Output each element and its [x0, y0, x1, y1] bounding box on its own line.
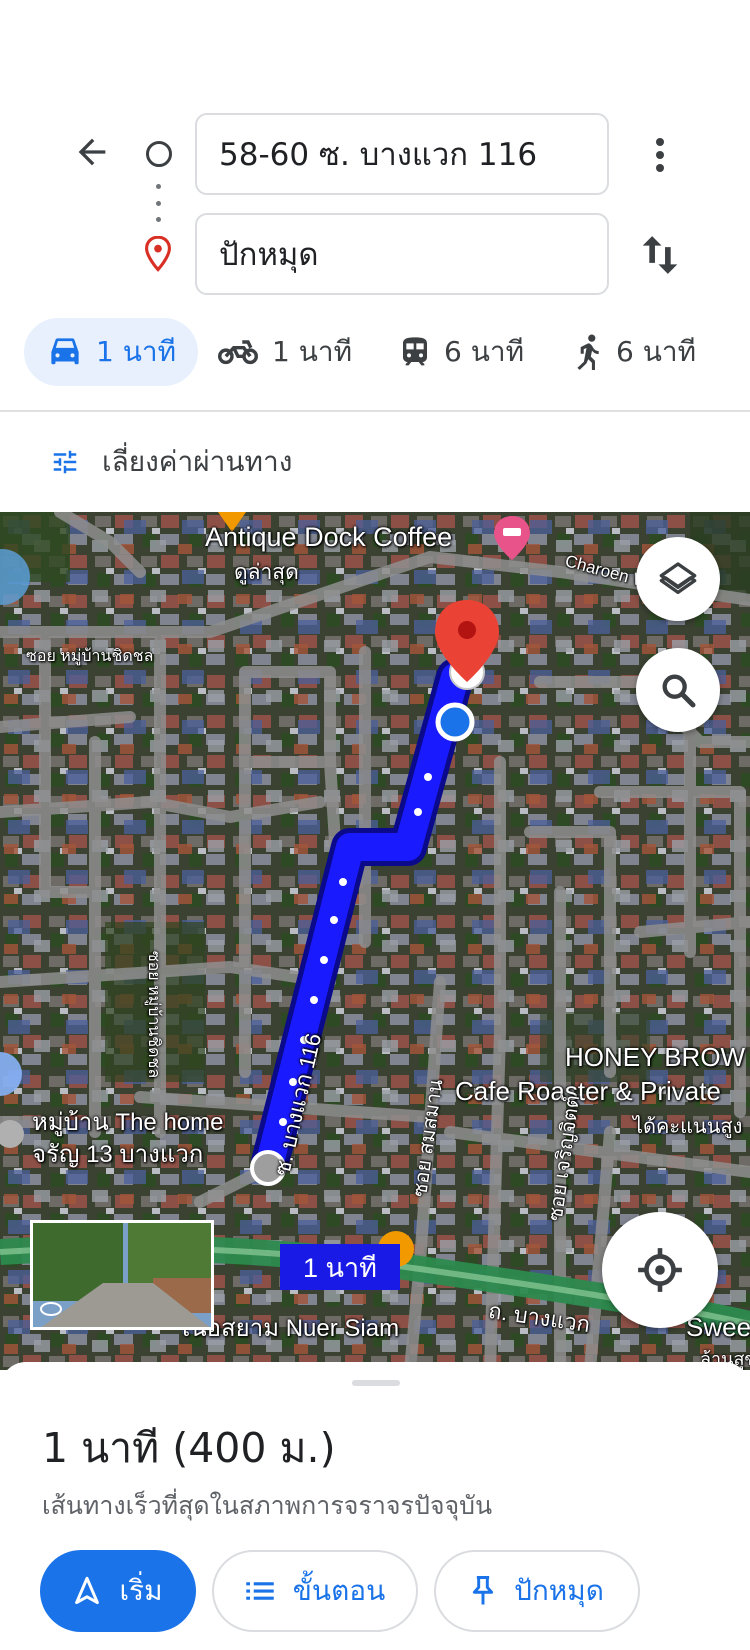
- mode-drive-tab[interactable]: 1 นาที: [24, 318, 199, 386]
- steps-button[interactable]: ขั้นตอน: [212, 1550, 418, 1632]
- mode-motorcycle-tab[interactable]: 1 นาที: [218, 318, 352, 386]
- push-pin-icon: [472, 1575, 494, 1605]
- search-icon: [662, 674, 696, 708]
- avoid-tolls-option[interactable]: เลี่ยงค่าผ่านทาง: [50, 440, 292, 484]
- route-duration-distance: 1 นาที (400 ม.): [42, 1424, 336, 1472]
- start-label: เริ่ม: [119, 1574, 163, 1607]
- mode-transit-tab[interactable]: 6 นาที: [400, 318, 524, 386]
- map-label-honey-brow[interactable]: HONEY BROW: [565, 1042, 745, 1073]
- street-view-thumbnail[interactable]: [30, 1220, 214, 1330]
- divider: [0, 410, 750, 412]
- swap-vert-icon: [642, 236, 678, 274]
- pin-label: ปักหมุด: [514, 1574, 604, 1607]
- map-label-nuer-siam[interactable]: เนื้อสยาม Nuer Siam: [182, 1308, 399, 1347]
- map-label-antique-dock[interactable]: Antique Dock Coffee: [205, 522, 452, 553]
- motorcycle-icon: [218, 340, 258, 365]
- mode-drive-label: 1 นาที: [96, 335, 177, 368]
- map-label-honey-rating: ได้คะแนนสูง: [633, 1116, 743, 1138]
- list-icon: [246, 1582, 274, 1600]
- sheet-drag-handle[interactable]: [352, 1380, 400, 1386]
- start-button[interactable]: เริ่ม: [40, 1550, 196, 1632]
- mode-motorcycle-label: 1 นาที: [272, 335, 353, 368]
- route-summary-sheet: 1 นาที (400 ม.) เส้นทางเร็วที่สุดในสภาพก…: [0, 1362, 750, 1650]
- search-map-button[interactable]: [636, 648, 720, 732]
- back-button[interactable]: [66, 126, 118, 178]
- more-vert-icon: [656, 138, 664, 172]
- transit-icon: [403, 337, 427, 366]
- destination-input[interactable]: ปักหมุด: [195, 213, 609, 295]
- route-dots-icon: [156, 184, 162, 222]
- tune-icon: [53, 450, 77, 474]
- map-label-the-home-sub: จรัญ 13 บางแวก: [32, 1141, 204, 1168]
- destination-pin-icon: [143, 235, 173, 272]
- map-label-soi-chitchon-vertical: ซอย หมู่บ้านชิดชล: [145, 950, 163, 1079]
- swap-button[interactable]: [636, 228, 684, 282]
- origin-circle-icon: [146, 141, 172, 167]
- mode-walk-label: 6 นาที: [616, 335, 697, 368]
- map-label-antique-sub: ดูล่าสุด: [234, 561, 299, 584]
- directions-panel: 58-60 ซ. บางแวก 116 ปักหมุด 1 นาที 1 นาท…: [0, 0, 750, 512]
- arrow-back-icon: [78, 138, 106, 166]
- origin-input[interactable]: 58-60 ซ. บางแวก 116: [195, 113, 609, 195]
- map-label-honey-sub: Cafe Roaster & Private: [455, 1076, 721, 1106]
- layers-icon: [659, 562, 697, 594]
- avoid-tolls-label: เลี่ยงค่าผ่านทาง: [102, 445, 293, 478]
- layers-button[interactable]: [636, 537, 720, 621]
- steps-label: ขั้นตอน: [292, 1574, 386, 1607]
- navigation-arrow-icon: [75, 1576, 100, 1605]
- map-label-sweet[interactable]: Swee: [686, 1312, 750, 1343]
- route-eta-label: 1 นาที: [280, 1244, 400, 1290]
- map-view[interactable]: Antique Dock Coffee ดูล่าสุด Charoen W ซ…: [0, 512, 750, 1370]
- map-label-soi-chitchon: ซอย หมู่บ้านชิดชล: [26, 648, 154, 665]
- walk-icon: [577, 334, 599, 370]
- pin-button[interactable]: ปักหมุด: [434, 1550, 640, 1632]
- mode-walk-tab[interactable]: 6 นาที: [576, 318, 696, 386]
- my-location-button[interactable]: [602, 1212, 718, 1328]
- car-icon: [51, 338, 79, 365]
- crosshair-icon: [638, 1248, 682, 1292]
- mode-transit-label: 6 นาที: [444, 335, 525, 368]
- travel-mode-bar: 1 นาที 1 นาที 6 นาที 6 นาที: [0, 318, 750, 390]
- more-options-button[interactable]: [640, 128, 680, 182]
- route-description: เส้นทางเร็วที่สุดในสภาพการจราจรปัจจุบัน: [42, 1491, 493, 1520]
